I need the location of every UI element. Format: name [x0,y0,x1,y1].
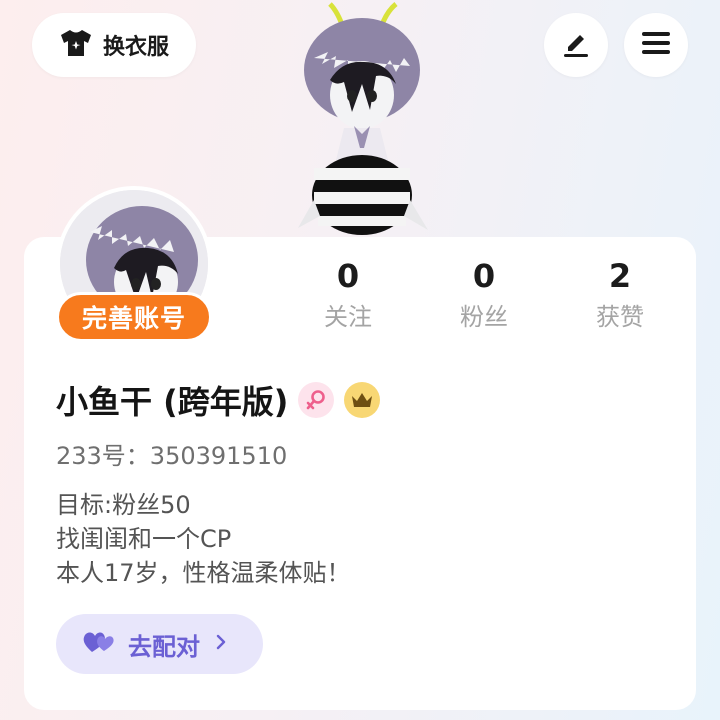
character-figure[interactable] [292,0,440,240]
dressup-label: 换衣服 [102,35,169,60]
hearts-icon [82,629,116,659]
match-label: 去配对 [128,632,200,661]
following-count: 0 [336,257,360,295]
user-id: 233号：350391510 [56,442,288,470]
shirt-icon [59,28,93,62]
bio: 目标:粉丝50 找闺闺和一个CP 本人17岁，性格温柔体贴！ [56,488,351,590]
complete-account-button[interactable]: 完善账号 [56,292,212,342]
pencil-icon [560,27,592,63]
fans-count: 0 [472,257,496,295]
name-row: 小鱼干 (跨年版) [56,376,381,424]
edit-profile-button[interactable] [544,13,608,77]
menu-icon [641,30,671,60]
stat-following[interactable]: 0 关注 [298,255,398,335]
fans-label: 粉丝 [460,303,508,331]
dressup-button[interactable]: 换衣服 [32,13,196,77]
stat-fans[interactable]: 0 粉丝 [434,255,534,335]
match-button[interactable]: 去配对 [56,614,263,674]
chevron-right-icon [212,633,230,655]
likes-count: 2 [608,257,632,295]
bio-line: 找闺闺和一个CP [56,525,232,553]
female-icon [298,382,335,418]
likes-label: 获赞 [596,303,644,331]
following-label: 关注 [324,303,372,331]
stat-likes[interactable]: 2 获赞 [570,255,670,335]
username: 小鱼干 (跨年版) [56,383,289,421]
crown-icon[interactable] [344,382,381,418]
menu-button[interactable] [624,13,688,77]
bio-line: 目标:粉丝50 [56,491,191,519]
bio-line: 本人17岁，性格温柔体贴！ [56,559,351,587]
